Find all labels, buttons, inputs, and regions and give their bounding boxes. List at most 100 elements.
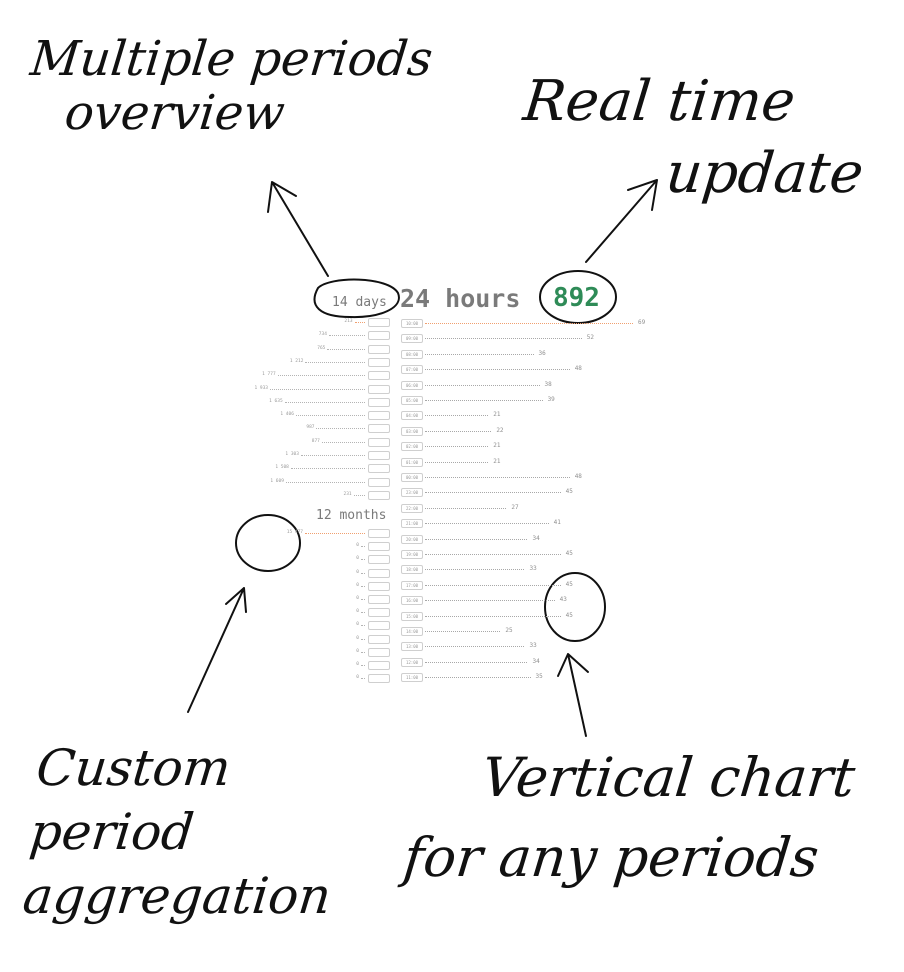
months|2-period-label xyxy=(368,555,390,565)
hours-row[interactable]: 00:00 48 xyxy=(0,472,680,482)
hours-time-label: 23:00 xyxy=(401,488,423,498)
hours-row[interactable]: 06:00 38 xyxy=(0,380,680,390)
hours-bar xyxy=(425,615,561,617)
hours-time-label: 12:00 xyxy=(401,657,423,667)
hours-bar xyxy=(425,538,528,540)
hours-bar xyxy=(425,523,549,525)
hours-bar xyxy=(425,430,492,432)
arrow-to-multiple-periods xyxy=(267,181,329,277)
months|2-period-label xyxy=(368,621,390,631)
hours-value: 21 xyxy=(493,411,501,419)
months|2-value: 0 xyxy=(356,635,359,641)
hours-value: 45 xyxy=(565,550,573,557)
hours-time-label: 22:00 xyxy=(401,503,423,513)
days-chart-title[interactable]: 14 days xyxy=(332,295,387,310)
months|2-row[interactable]: 0 xyxy=(0,568,400,578)
months|2-row[interactable]: 0 xyxy=(0,660,400,670)
hours-time-label: 05:00 xyxy=(401,396,423,405)
hours-value: 43 xyxy=(559,596,567,604)
months|2-value: 0 xyxy=(356,609,359,615)
hours-row[interactable]: 08:00 36 xyxy=(0,349,680,359)
months|2-value: 0 xyxy=(356,556,359,562)
hours-time-label: 21:00 xyxy=(401,519,423,529)
hours-bar xyxy=(425,661,528,663)
months|2-row[interactable]: 15 477 xyxy=(0,528,400,538)
months|2-row[interactable]: 0 xyxy=(0,647,400,657)
hours-value: 21 xyxy=(493,442,501,450)
hours-value: 25 xyxy=(505,627,513,634)
hours-value: 35 xyxy=(535,673,543,681)
hours-row[interactable]: 09:00 52 xyxy=(0,333,680,344)
hours-row[interactable]: 23:00 45 xyxy=(0,487,680,498)
months|2-row[interactable]: 0 xyxy=(0,554,400,565)
months|2-bar xyxy=(361,638,365,640)
hours-row[interactable]: 04:00 21 xyxy=(0,410,680,421)
hours-bar xyxy=(425,677,531,679)
hours-time-label: 17:00 xyxy=(401,580,423,590)
hours-row[interactable]: 03:00 22 xyxy=(0,426,680,436)
hours-time-label: 03:00 xyxy=(401,426,423,436)
annotation-line: aggregation xyxy=(20,867,334,925)
months|2-row[interactable]: 0 xyxy=(0,607,400,618)
months|2-value: 0 xyxy=(356,596,359,601)
hours-value: 36 xyxy=(538,349,546,357)
months|2-value: 0 xyxy=(356,648,359,654)
hours-value: 39 xyxy=(547,396,555,403)
months|2-value: 0 xyxy=(356,582,359,588)
hours-time-label: 00:00 xyxy=(401,473,423,482)
hours-value: 41 xyxy=(553,519,561,527)
hours-bar xyxy=(425,492,561,494)
months|2-bar xyxy=(361,546,365,548)
hours-value: 33 xyxy=(529,565,537,573)
months|2-bar xyxy=(361,559,365,561)
months|2-period-label xyxy=(368,568,390,578)
months|2-row[interactable]: 0 xyxy=(0,541,400,552)
hours-row[interactable]: 02:00 21 xyxy=(0,441,680,452)
hours-value: 22 xyxy=(496,426,504,434)
hours-time-label: 13:00 xyxy=(401,642,423,652)
months|2-bar xyxy=(361,665,365,666)
hours-value: 48 xyxy=(574,473,582,480)
months|2-row[interactable]: 0 xyxy=(0,673,400,684)
hours-time-label: 18:00 xyxy=(401,565,423,575)
months|2-value: 0 xyxy=(356,569,359,575)
hours-time-label: 04:00 xyxy=(401,411,423,421)
hours-bar xyxy=(425,338,582,340)
hours-value: 34 xyxy=(532,657,540,665)
hours-row[interactable]: 01:00 21 xyxy=(0,457,680,467)
months|2-value: 0 xyxy=(356,543,359,549)
hours-bar xyxy=(425,415,489,417)
months|2-period-label xyxy=(368,634,390,644)
months|2-row[interactable]: 0 xyxy=(0,581,400,591)
hours-value: 45 xyxy=(565,488,573,496)
months|2-value: 0 xyxy=(356,662,359,667)
hours-row[interactable]: 10:00 69 xyxy=(0,318,680,328)
hours-bar xyxy=(425,569,525,571)
hours-value: 69 xyxy=(638,319,646,326)
annotation-line: period xyxy=(26,803,197,861)
months|2-bar xyxy=(361,651,365,653)
hours-time-label: 14:00 xyxy=(401,627,423,636)
months|2-row[interactable]: 0 xyxy=(0,620,400,631)
annotation-line: overview xyxy=(62,85,288,141)
hours-bar xyxy=(425,600,555,602)
months|2-bar xyxy=(361,612,365,614)
annotation-line: Real time xyxy=(520,69,799,134)
months|2-row[interactable]: 0 xyxy=(0,634,400,644)
hours-bar xyxy=(425,554,561,555)
hours-chart-title[interactable]: 24 hours xyxy=(400,284,520,313)
annotation-custom-aggregation: Custom period aggregation xyxy=(20,736,348,928)
hours-row[interactable]: 22:00 27 xyxy=(0,503,680,513)
hours-row[interactable]: 21:00 41 xyxy=(0,518,680,529)
hours-bar xyxy=(425,584,561,586)
hours-bar xyxy=(425,646,525,648)
hours-time-label: 06:00 xyxy=(401,380,423,390)
hours-bar xyxy=(425,384,540,386)
hours-row[interactable]: 07:00 48 xyxy=(0,364,680,375)
months|2-period-label xyxy=(368,647,390,657)
months|2-row[interactable]: 0 xyxy=(0,594,400,604)
hours-time-label: 16:00 xyxy=(401,596,423,606)
hours-time-label: 07:00 xyxy=(401,365,423,375)
hours-bar xyxy=(425,446,489,448)
hours-row[interactable]: 05:00 39 xyxy=(0,395,680,405)
